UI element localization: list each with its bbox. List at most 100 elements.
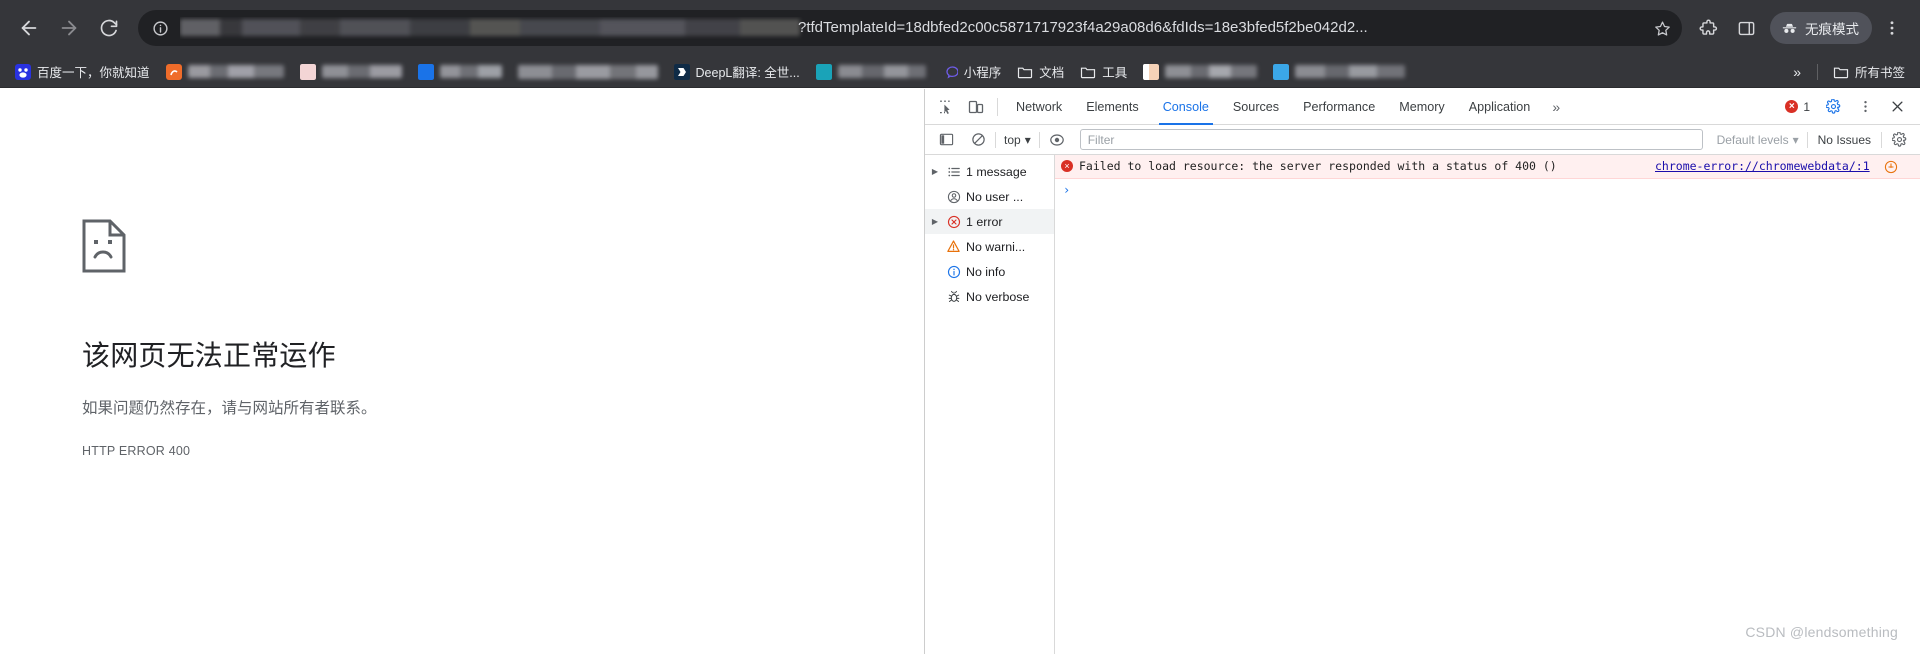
inspect-element-icon[interactable] [931,93,961,121]
viewport: 该网页无法正常运作 如果问题仍然存在，请与网站所有者联系。 HTTP ERROR… [0,89,1920,654]
user-icon [945,188,962,205]
bookmark-folder[interactable]: 工具 [1073,59,1134,85]
tab-network[interactable]: Network [1004,89,1074,125]
browser-window: ?tfdTemplateId=18dbfed2c00c5871717923f4a… [0,0,1920,654]
tab-elements[interactable]: Elements [1074,89,1151,125]
devtools-settings-icon[interactable] [1818,93,1848,121]
execution-context-select[interactable]: top ▾ [998,129,1037,151]
devtools-tabbar-right: × 1 [1779,93,1920,121]
clear-console-icon[interactable] [963,126,993,154]
bookmark-label: 百度一下，你就知道 [37,66,150,80]
tab-application[interactable]: Application [1457,89,1543,125]
sad-document-icon [82,219,682,278]
sidebar-item-info[interactable]: No info [925,259,1054,284]
sidebar-item-errors[interactable]: ▶ 1 error [925,209,1054,234]
skyblue-favicon [1273,63,1290,80]
all-bookmarks-button[interactable]: 所有书签 [1826,59,1912,85]
bookmark-item[interactable] [1136,59,1264,85]
bookmarks-overflow-button[interactable]: » [1785,64,1809,80]
tab-label: Elements [1086,99,1139,114]
web-page-content: 该网页无法正常运作 如果问题仍然存在，请与网站所有者联系。 HTTP ERROR… [0,89,924,654]
chevron-down-icon: ▾ [1792,132,1799,147]
issues-button[interactable]: No Issues [1810,133,1879,147]
console-toolbar: top ▾ Default levels ▾ No Issues [925,125,1920,155]
console-message-text: Failed to load resource: the server resp… [1079,159,1557,173]
teal-favicon [815,63,832,80]
chrome-menu-button[interactable] [1874,10,1910,46]
deepl-favicon [673,63,690,80]
sidebar-item-messages[interactable]: ▶ 1 message [925,159,1054,184]
tab-label: Application [1468,99,1531,114]
forward-button[interactable] [50,9,88,47]
folder-icon [1018,67,1033,78]
console-settings-icon[interactable] [1884,126,1914,154]
execution-context-label: top [1004,132,1021,147]
bookmark-item[interactable]: 小程序 [935,59,1009,85]
tab-sources[interactable]: Sources [1221,89,1291,125]
address-bar-url[interactable]: ?tfdTemplateId=18dbfed2c00c5871717923f4a… [180,17,1644,39]
device-toolbar-icon[interactable] [961,93,991,121]
bookmark-item[interactable]: DeepL翻译: 全世... [667,59,807,85]
bookmark-item[interactable] [411,59,509,85]
bookmark-item[interactable] [159,59,291,85]
log-levels-select[interactable]: Default levels ▾ [1711,133,1805,147]
expand-triangle-icon[interactable]: ▶ [929,167,941,176]
folder-icon [1081,67,1096,78]
error-count-label: 1 [1803,99,1810,114]
folder-icon [1833,67,1849,78]
devtools-tabbar: Network Elements Console Sources Perform… [925,89,1920,125]
toolbar-divider [1881,131,1882,148]
log-levels-label: Default levels [1716,132,1789,147]
console-sidebar: ▶ 1 message No user ... ▶ 1 error No war… [925,155,1055,654]
error-subtitle: 如果问题仍然存在，请与网站所有者联系。 [82,400,377,417]
bookmarks-bar-right: » 所有书签 [1785,59,1912,85]
devtools-close-icon[interactable] [1882,93,1912,121]
bookmark-item[interactable] [1266,59,1412,85]
sidebar-item-user-messages[interactable]: No user ... [925,184,1054,209]
bookmark-item[interactable] [511,59,665,85]
bookmark-item[interactable]: 百度一下，你就知道 [8,59,157,85]
console-filter-input[interactable] [1079,129,1703,150]
toolbar-divider [1038,131,1040,148]
more-tabs-button[interactable]: » [1542,89,1570,125]
console-body: ▶ 1 message No user ... ▶ 1 error No war… [925,155,1920,654]
bookmark-folder[interactable]: 文档 [1010,59,1071,85]
site-info-icon[interactable] [146,14,174,42]
error-icon [945,213,962,230]
bookmark-label-redacted [1165,65,1258,78]
console-message-source-link[interactable]: chrome-error://chromewebdata/:1 [1655,159,1870,174]
bookmark-label-redacted [439,65,502,78]
extensions-button[interactable] [1690,10,1726,46]
sidebar-item-verbose[interactable]: No verbose [925,284,1054,309]
tab-console[interactable]: Console [1151,89,1221,125]
expand-triangle-icon[interactable]: ▶ [929,217,941,226]
browser-toolbar: ?tfdTemplateId=18dbfed2c00c5871717923f4a… [0,0,1920,56]
bookmark-star-icon[interactable] [1648,14,1676,42]
address-bar[interactable]: ?tfdTemplateId=18dbfed2c00c5871717923f4a… [138,10,1682,46]
bookmark-label: 小程序 [963,66,1002,80]
sidebar-item-label: No verbose [966,289,1030,304]
tab-performance[interactable]: Performance [1291,89,1387,125]
console-sidebar-toggle-icon[interactable] [931,126,961,154]
devtools-more-options-icon[interactable] [1850,93,1880,121]
incognito-indicator[interactable]: 无痕模式 [1770,12,1872,44]
tab-memory[interactable]: Memory [1387,89,1456,125]
live-expression-eye-icon[interactable] [1042,126,1072,154]
console-prompt[interactable]: › [1055,179,1920,201]
error-dot-icon: × [1785,100,1799,113]
orange-favicon [165,63,182,80]
error-count-badge[interactable]: × 1 [1779,100,1816,114]
error-title: 该网页无法正常运作 [82,340,336,371]
url-redacted-portion [180,19,800,36]
bookmark-item[interactable] [809,59,933,85]
reload-button[interactable] [90,9,128,47]
error-icon: × [1061,160,1073,172]
console-message-error[interactable]: × Failed to load resource: the server re… [1055,155,1920,179]
side-panel-button[interactable] [1728,10,1764,46]
back-button[interactable] [10,9,48,47]
bookmark-item[interactable] [293,59,409,85]
issue-indicator-icon[interactable] [1884,160,1898,174]
sidebar-item-warnings[interactable]: No warni... [925,234,1054,259]
toolbar-divider [995,131,996,148]
error-code: HTTP ERROR 400 [82,444,191,458]
